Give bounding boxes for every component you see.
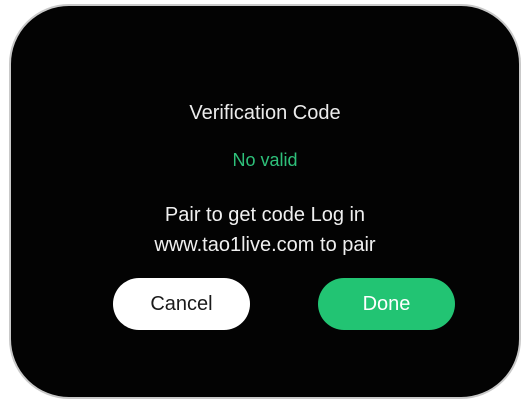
dialog-title: Verification Code <box>189 102 341 124</box>
done-button[interactable]: Done <box>318 278 455 330</box>
message-line-2: www.tao1live.com to pair <box>154 234 376 256</box>
status-text: No valid <box>232 150 298 170</box>
dialog-message: Pair to get code Log in www.tao1live.com… <box>11 200 519 260</box>
verification-dialog: Verification Code No valid Pair to get c… <box>11 6 519 397</box>
message-line-1: Pair to get code Log in <box>164 204 366 226</box>
device-screen: Verification Code No valid Pair to get c… <box>9 4 521 399</box>
cancel-button[interactable]: Cancel <box>113 278 250 330</box>
